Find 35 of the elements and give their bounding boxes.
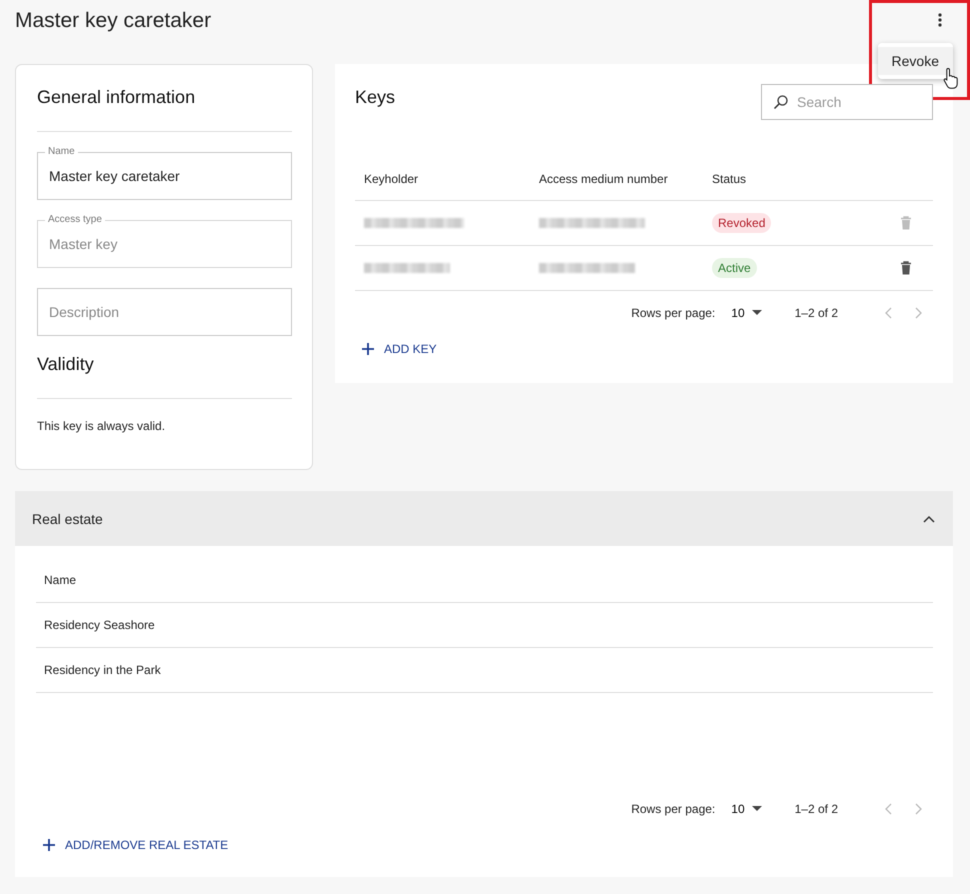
panel-header[interactable]: Real estate [15,491,953,546]
rows-per-page-select[interactable]: 10 [731,306,762,320]
section-title: General information [37,87,196,108]
page-range: 1–2 of 2 [794,306,838,320]
caret-icon [752,806,762,811]
status-tag: Active [712,258,757,278]
input-field[interactable]: Description [37,288,292,336]
status-tag: Revoked [712,213,772,233]
column-header: Status [711,172,748,186]
chevron-icon [923,514,935,522]
table-cell: Residency Seashore [44,618,155,632]
caret-icon [752,310,762,315]
column-header: Name [44,573,76,587]
search-icon [773,94,789,110]
panel-title: Real estate [32,510,103,526]
page-range: 1–2 of 2 [794,802,838,816]
more-options-icon[interactable] [938,13,942,27]
field-label: Access type [45,214,105,226]
trash-icon[interactable] [900,261,912,275]
add-key-button[interactable]: ADD KEY [355,340,444,358]
validity-text: This key is always valid. [37,419,166,433]
rows-per-page-select[interactable]: 10 [731,802,762,816]
search-field[interactable]: Search [761,84,933,120]
table-cell: Residency in the Park [44,663,161,677]
section-title: Keys [355,87,396,108]
column-header: Access medium number [538,172,669,186]
rows-per-page-label: Rows per page: [631,306,716,320]
page-title: Master key caretaker [15,8,212,33]
plus-icon [362,343,374,355]
section-title: Validity [37,354,95,375]
menu-item[interactable]: Revoke [878,47,953,75]
plus-icon [43,839,55,851]
rows-per-page-label: Rows per page: [631,802,716,816]
add-remove-real-estate-button[interactable]: ADD/REMOVE REAL ESTATE [36,836,933,854]
column-header: Keyholder [363,172,420,186]
